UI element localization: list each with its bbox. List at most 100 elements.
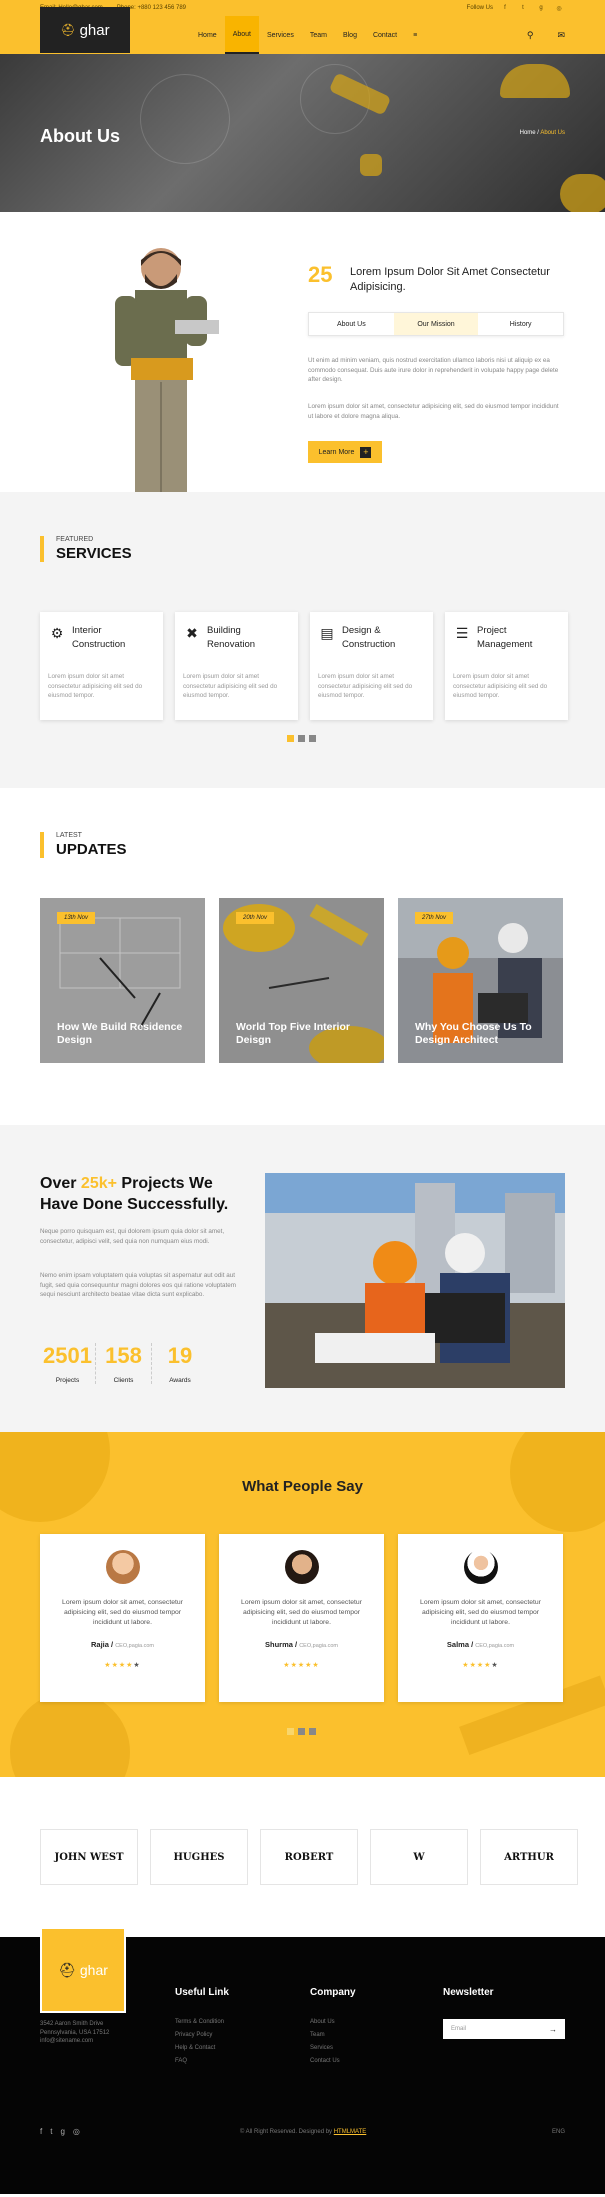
pager-dot[interactable] [309, 735, 316, 742]
copyright: © All Right Reserved. Designed by HTMLMA… [240, 2129, 366, 2135]
footer-link[interactable]: Privacy Policy [175, 2029, 229, 2042]
testimonials-section: What People Say Lorem ipsum dolor sit am… [0, 1432, 605, 1777]
footer-link[interactable]: About Us [310, 2016, 356, 2029]
tab-our-mission[interactable]: Our Mission [393, 313, 479, 335]
testimonial-card: Lorem ipsum dolor sit amet, consectetur … [398, 1534, 563, 1702]
tab-history[interactable]: History [478, 313, 563, 335]
service-title: Project Management [477, 625, 533, 650]
stat-value: 2501 [43, 1343, 92, 1368]
nav-item-home[interactable]: Home [190, 16, 225, 54]
footer-address: 3542 Aaron Smith Drive Pennsylvania, USA… [40, 2020, 109, 2046]
newsletter-email-input[interactable]: Email → [443, 2019, 565, 2039]
post-title[interactable]: World Top Five Interior Deisgn [236, 1021, 376, 1047]
arrow-right-icon[interactable]: → [549, 2025, 557, 2034]
testimonial-quote: Lorem ipsum dolor sit amet, consectetur … [241, 1599, 362, 1626]
nav-item-blog[interactable]: Blog [335, 16, 365, 54]
brand-logos: JOHN WEST HUGHES ROBERT W ARTHUR [40, 1829, 578, 1885]
brand-logo[interactable]: ROBERT [260, 1829, 358, 1885]
search-icon[interactable]: ⚲ [527, 30, 534, 41]
about-tabs: About Us Our Mission History [308, 312, 564, 336]
copyright-brand-link[interactable]: HTMLMATE [334, 2129, 367, 2135]
page-title: About Us [40, 126, 120, 146]
pager-dot[interactable] [287, 735, 294, 742]
brands-section: JOHN WEST HUGHES ROBERT W ARTHUR [0, 1777, 605, 1937]
useful-links-title: Useful Link [175, 1987, 229, 1998]
nav-item-more[interactable]: ≡ [405, 16, 425, 54]
project-stats: 2501 Projects 158 Clients 19 Awards [40, 1343, 208, 1384]
address-line: 3542 Aaron Smith Drive [40, 2021, 104, 2027]
learn-more-button[interactable]: Learn More + [308, 441, 382, 463]
instagram-icon[interactable]: ◎ [553, 2, 565, 14]
service-card[interactable]: ▤ Design & Construction Lorem ipsum dolo… [310, 612, 433, 720]
footer: ⛑ ghar 3542 Aaron Smith Drive Pennsylvan… [0, 1927, 605, 2194]
google-plus-icon[interactable]: g [60, 2127, 64, 2136]
pager-dot[interactable] [287, 1728, 294, 1735]
testimonial-quote: Lorem ipsum dolor sit amet, consectetur … [420, 1599, 541, 1626]
nav-menu: Home About Services Team Blog Contact ≡ [190, 16, 425, 54]
testimonial-author: Salma / CEO,pagia.com [446, 1640, 515, 1649]
pager-dot[interactable] [309, 1728, 316, 1735]
breadcrumb-home[interactable]: Home [520, 130, 536, 136]
logo-helmet-icon: ⛑ [58, 1961, 76, 1978]
updates-title: UPDATES [56, 841, 127, 858]
twitter-icon[interactable]: t [517, 2, 529, 14]
stat-awards: 19 Awards [152, 1343, 208, 1384]
stat-projects: 2501 Projects [40, 1343, 96, 1384]
footer-link[interactable]: Team [310, 2029, 356, 2042]
post-card[interactable]: 27th Nov Why You Choose Us To Design Arc… [398, 898, 563, 1063]
testimonial-author: Rajia / CEO,pagia.com [90, 1640, 155, 1649]
pager-dot[interactable] [298, 735, 305, 742]
footer-link[interactable]: Contact Us [310, 2055, 356, 2068]
service-desc: Lorem ipsum dolor sit amet consectetur a… [318, 673, 413, 699]
stat-label: Awards [169, 1377, 191, 1384]
services-section: FEATURED SERVICES ⚙ Interior Constructio… [0, 492, 605, 788]
facebook-icon[interactable]: f [40, 2127, 42, 2136]
avatar [105, 1550, 140, 1584]
post-date-badge: 27th Nov [415, 912, 454, 924]
footer-logo[interactable]: ⛑ ghar [40, 1927, 126, 2013]
logo[interactable]: ⛑ ghar [40, 7, 130, 53]
pager-dot[interactable] [298, 1728, 305, 1735]
brand-logo[interactable]: ARTHUR [480, 1829, 578, 1885]
post-card[interactable]: 20th Nov World Top Five Interior Deisgn [219, 898, 384, 1063]
footer-link[interactable]: Services [310, 2042, 356, 2055]
footer-link[interactable]: Terms & Condition [175, 2016, 229, 2029]
newsletter: Newsletter [443, 1987, 494, 1998]
footer-logo-text: ghar [79, 1962, 108, 1978]
footer-link[interactable]: Help & Contact [175, 2042, 229, 2055]
footer-link[interactable]: FAQ [175, 2055, 229, 2068]
author-name: Rajia [90, 1640, 109, 1649]
facebook-icon[interactable]: f [499, 2, 511, 14]
service-card[interactable]: ✖ Building Renovation Lorem ipsum dolor … [175, 612, 298, 720]
service-card[interactable]: ☰ Project Management Lorem ipsum dolor s… [445, 612, 568, 720]
logo-helmet-icon: ⛑ [60, 23, 76, 37]
clipboard-icon: ☰ [455, 624, 469, 641]
post-title[interactable]: Why You Choose Us To Design Architect [415, 1021, 555, 1047]
footer-bottom: f t g ◎ © All Right Reserved. Designed b… [40, 2127, 565, 2136]
twitter-icon[interactable]: t [50, 2127, 52, 2136]
tab-about-us[interactable]: About Us [309, 313, 394, 335]
brand-logo[interactable]: W [370, 1829, 468, 1885]
brand-logo[interactable]: HUGHES [150, 1829, 248, 1885]
nav-item-about[interactable]: About [224, 16, 259, 54]
updates-section: LATEST UPDATES 13th Nov How We Build Res… [0, 788, 605, 1125]
book-icon: ▤ [320, 624, 334, 641]
google-plus-icon[interactable]: g [535, 2, 547, 14]
nav-item-services[interactable]: Services [259, 16, 302, 54]
rating-stars: ★★★★★ [462, 1662, 499, 1669]
address-email[interactable]: info@sitename.com [40, 2037, 109, 2046]
chat-icon[interactable]: ✉ [557, 30, 565, 41]
about-section: 25 Lorem Ipsum Dolor Sit Amet Consectetu… [0, 212, 605, 492]
post-title[interactable]: How We Build Residence Design [57, 1021, 197, 1047]
nav-item-team[interactable]: Team [302, 16, 335, 54]
language-selector[interactable]: ENG [552, 2129, 565, 2135]
nav-item-contact[interactable]: Contact [365, 16, 405, 54]
testimonial-card: Lorem ipsum dolor sit amet, consectetur … [40, 1534, 205, 1702]
post-card[interactable]: 13th Nov How We Build Residence Design [40, 898, 205, 1063]
services-heading: FEATURED SERVICES [40, 536, 132, 562]
post-date-badge: 20th Nov [236, 912, 275, 924]
brand-logo[interactable]: JOHN WEST [40, 1829, 138, 1885]
main-nav: ⛑ ghar Home About Services Team Blog Con… [0, 7, 605, 54]
instagram-icon[interactable]: ◎ [73, 2127, 80, 2136]
service-card[interactable]: ⚙ Interior Construction Lorem ipsum dolo… [40, 612, 163, 720]
